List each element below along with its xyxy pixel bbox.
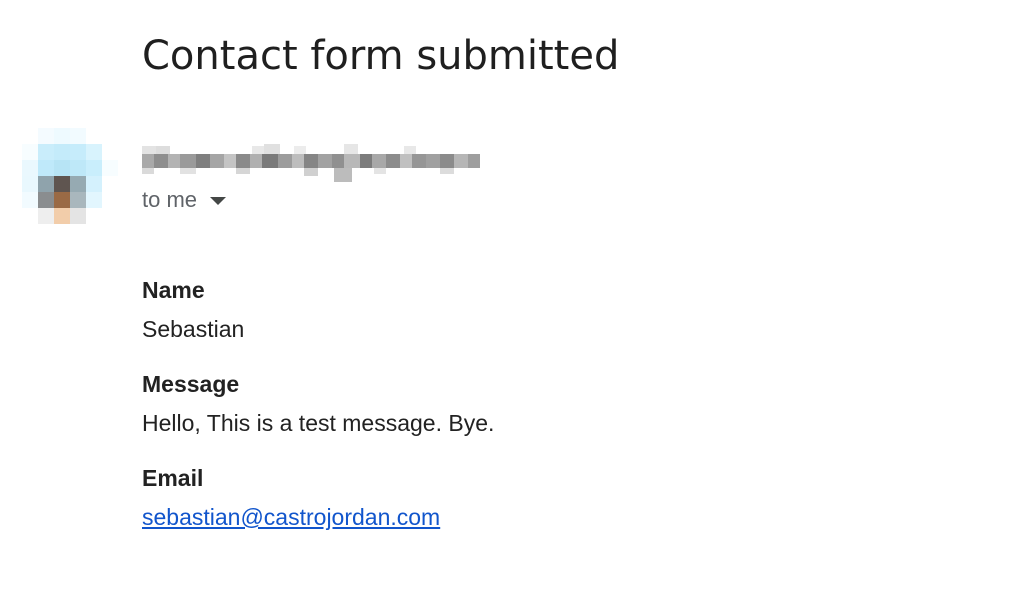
field-email: Email sebastian@castrojordan.com: [142, 464, 962, 531]
field-message: Message Hello, This is a test message. B…: [142, 370, 962, 437]
field-label-name: Name: [142, 277, 205, 303]
field-value-email: sebastian@castrojordan.com: [142, 503, 962, 531]
field-value-message: Hello, This is a test message. Bye.: [142, 410, 495, 436]
caret-down-icon[interactable]: [210, 197, 227, 205]
field-value-name: Sebastian: [142, 316, 245, 342]
email-link[interactable]: sebastian@castrojordan.com: [142, 504, 440, 530]
sender-name-redacted[interactable]: [134, 140, 482, 184]
sender-avatar[interactable]: [22, 128, 118, 224]
email-body: Name Sebastian Message Hello, This is a …: [142, 276, 962, 558]
field-name: Name Sebastian: [142, 276, 962, 343]
email-subject: Contact form submitted: [142, 33, 620, 79]
pixelated-sender-name: [134, 142, 482, 182]
field-label-message: Message: [142, 371, 240, 397]
recipients-label: to me: [142, 187, 198, 212]
field-label-email: Email: [142, 465, 204, 491]
recipients-toggle[interactable]: to me: [142, 186, 227, 214]
